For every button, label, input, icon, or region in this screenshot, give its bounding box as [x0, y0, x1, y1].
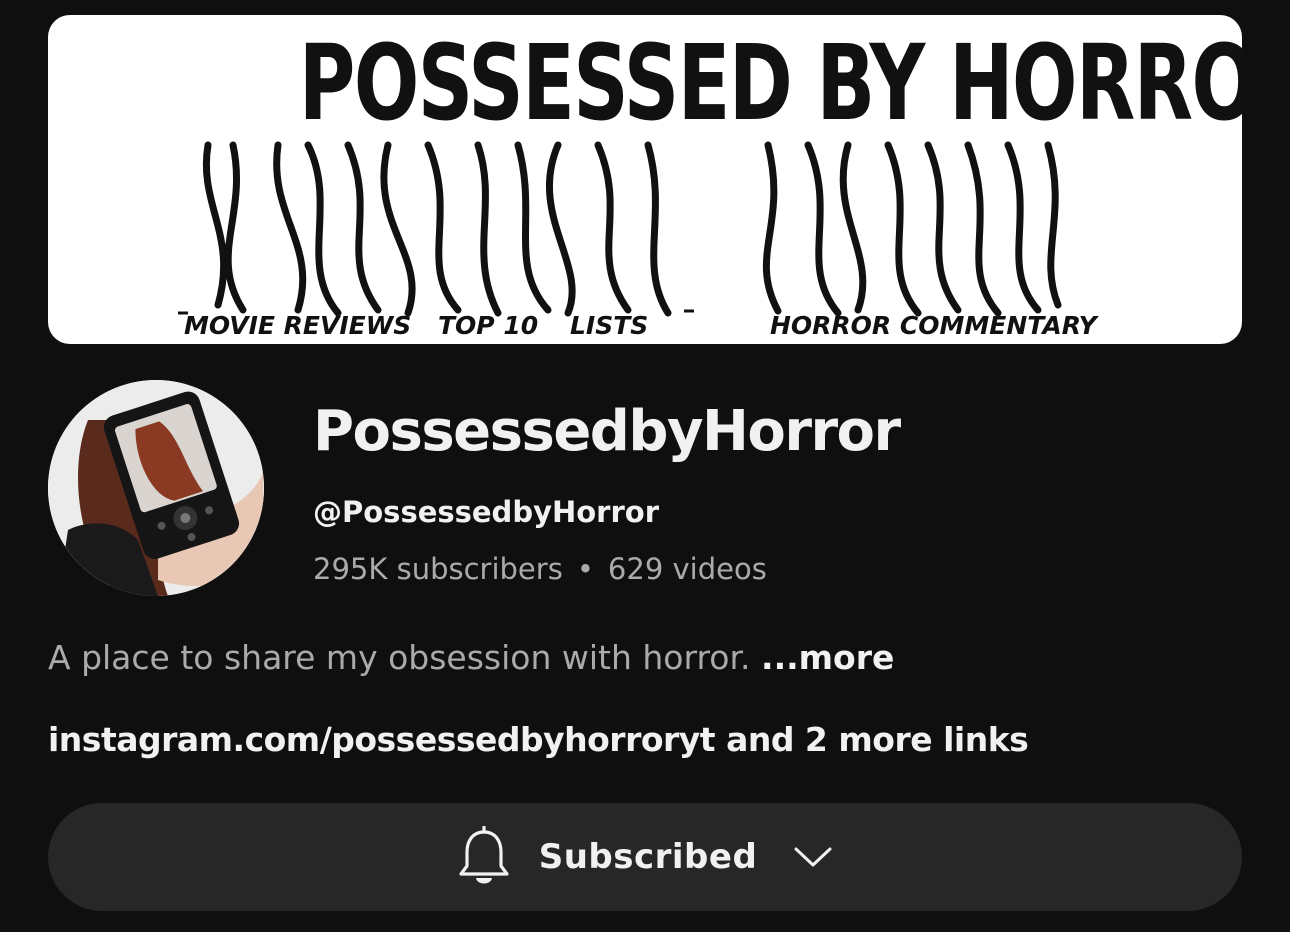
- bell-icon: [459, 826, 509, 884]
- description-text: A place to share my obsession with horro…: [48, 638, 751, 677]
- banner-tag-horror-commentary: HORROR COMMENTARY: [770, 311, 1097, 340]
- channel-links[interactable]: instagram.com/possessedbyhorroryt and 2 …: [48, 718, 1029, 762]
- subscribed-button[interactable]: Subscribed: [48, 803, 1242, 911]
- avatar-image: [48, 380, 264, 596]
- banner-logo-text: POSSESSED BY HORROR: [298, 22, 1242, 144]
- channel-description[interactable]: A place to share my obsession with horro…: [48, 636, 894, 680]
- banner-tag-lists: LISTS: [570, 311, 649, 340]
- channel-links-text[interactable]: instagram.com/possessedbyhorroryt and 2 …: [48, 720, 1029, 759]
- channel-banner: POSSESSED BY HORROR MOVIE REVIEWS TOP 10…: [48, 15, 1242, 344]
- channel-stats: 295K subscribers • 629 videos: [313, 549, 767, 589]
- subscribed-label: Subscribed: [538, 837, 758, 877]
- stats-separator: •: [576, 552, 594, 586]
- channel-avatar[interactable]: [48, 380, 264, 596]
- video-count: 629 videos: [607, 552, 767, 586]
- description-more-link[interactable]: ...more: [761, 638, 894, 677]
- banner-tag-top-10: TOP 10: [438, 311, 539, 340]
- channel-handle: @PossessedbyHorror: [313, 495, 660, 529]
- banner-tag-movie-reviews: MOVIE REVIEWS: [184, 311, 412, 340]
- channel-page: POSSESSED BY HORROR MOVIE REVIEWS TOP 10…: [0, 0, 1290, 932]
- chevron-down-icon: [794, 847, 832, 867]
- channel-name: PossessedbyHorror: [313, 399, 901, 464]
- subscriber-count: 295K subscribers: [313, 552, 563, 586]
